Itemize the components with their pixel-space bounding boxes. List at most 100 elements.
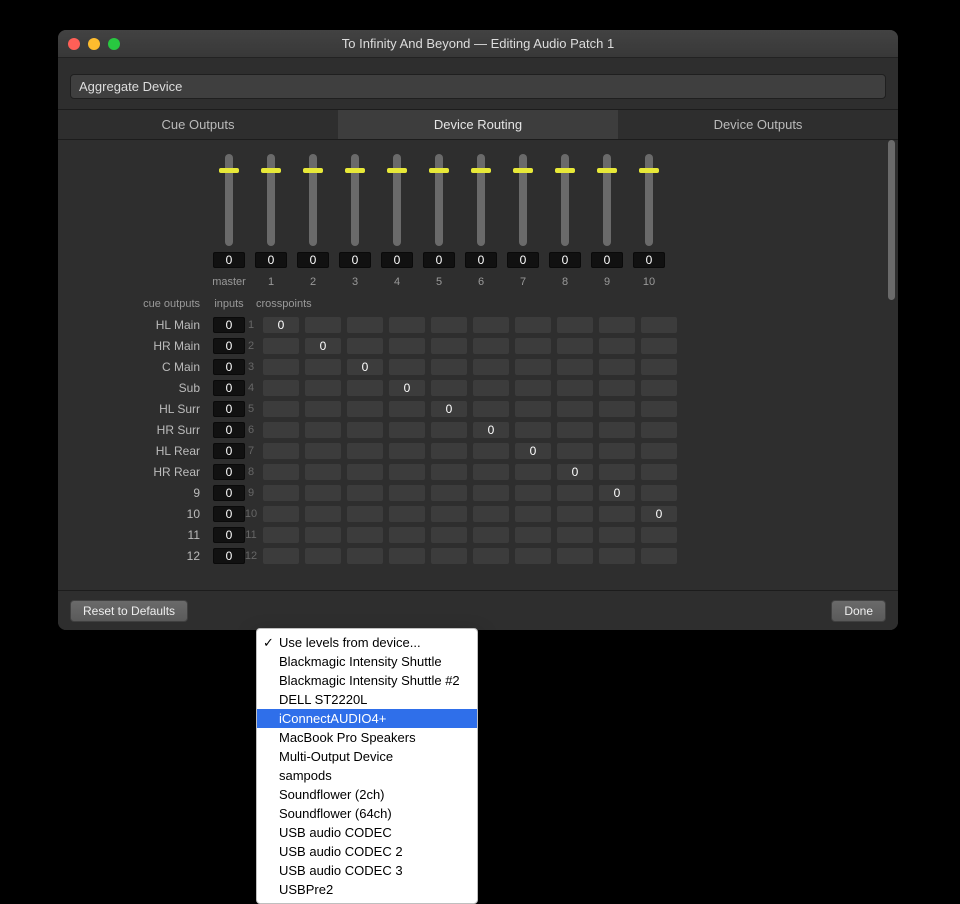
titlebar[interactable]: To Infinity And Beyond — Editing Audio P… — [58, 30, 898, 58]
crosspoint-cell[interactable] — [641, 464, 677, 480]
crosspoint-cell[interactable] — [347, 464, 383, 480]
crosspoint-cell[interactable] — [641, 380, 677, 396]
crosspoint-cell[interactable] — [599, 506, 635, 522]
crosspoint-cell[interactable] — [263, 464, 299, 480]
crosspoint-cell[interactable] — [557, 338, 593, 354]
crosspoint-cell[interactable]: 0 — [599, 485, 635, 501]
crosspoint-cell[interactable] — [389, 548, 425, 564]
crosspoint-cell[interactable] — [599, 317, 635, 333]
crosspoint-cell[interactable] — [641, 317, 677, 333]
crosspoint-cell[interactable] — [641, 422, 677, 438]
crosspoint-cell[interactable] — [305, 464, 341, 480]
input-value-box[interactable]: 0 — [213, 317, 245, 333]
crosspoint-cell[interactable] — [389, 422, 425, 438]
crosspoint-cell[interactable] — [599, 527, 635, 543]
crosspoint-cell[interactable] — [431, 422, 467, 438]
crosspoint-cell[interactable] — [599, 548, 635, 564]
crosspoint-cell[interactable] — [305, 317, 341, 333]
crosspoint-cell[interactable] — [515, 527, 551, 543]
crosspoint-cell[interactable] — [599, 380, 635, 396]
menu-item[interactable]: Blackmagic Intensity Shuttle — [257, 652, 477, 671]
crosspoint-cell[interactable] — [431, 338, 467, 354]
crosspoint-cell[interactable] — [473, 548, 509, 564]
crosspoint-cell[interactable] — [557, 548, 593, 564]
crosspoint-cell[interactable]: 0 — [389, 380, 425, 396]
crosspoint-cell[interactable] — [473, 359, 509, 375]
crosspoint-cell[interactable] — [347, 338, 383, 354]
crosspoint-cell[interactable] — [473, 338, 509, 354]
channel-slider[interactable] — [561, 154, 569, 246]
input-value-box[interactable]: 0 — [213, 527, 245, 543]
menu-item[interactable]: MacBook Pro Speakers — [257, 728, 477, 747]
crosspoint-cell[interactable] — [557, 401, 593, 417]
channel-slider[interactable] — [603, 154, 611, 246]
crosspoint-cell[interactable] — [515, 464, 551, 480]
crosspoint-cell[interactable] — [389, 401, 425, 417]
channel-slider[interactable] — [645, 154, 653, 246]
menu-item[interactable]: DELL ST2220L — [257, 690, 477, 709]
input-value-box[interactable]: 0 — [213, 401, 245, 417]
device-select[interactable]: Aggregate Device — [70, 74, 886, 99]
crosspoint-cell[interactable]: 0 — [347, 359, 383, 375]
crosspoint-cell[interactable] — [263, 401, 299, 417]
crosspoint-cell[interactable] — [641, 443, 677, 459]
tab-device-outputs[interactable]: Device Outputs — [618, 110, 898, 139]
crosspoint-cell[interactable] — [431, 317, 467, 333]
crosspoint-cell[interactable] — [431, 464, 467, 480]
input-value-box[interactable]: 0 — [213, 359, 245, 375]
crosspoint-cell[interactable] — [431, 548, 467, 564]
crosspoint-cell[interactable] — [347, 380, 383, 396]
channel-slider[interactable] — [351, 154, 359, 246]
crosspoint-cell[interactable] — [389, 317, 425, 333]
crosspoint-cell[interactable] — [389, 464, 425, 480]
menu-title[interactable]: Use levels from device... — [257, 633, 477, 652]
channel-value-box[interactable]: 0 — [297, 252, 329, 268]
crosspoint-cell[interactable] — [389, 443, 425, 459]
crosspoint-cell[interactable] — [557, 359, 593, 375]
crosspoint-cell[interactable] — [641, 548, 677, 564]
crosspoint-cell[interactable] — [515, 422, 551, 438]
tab-device-routing[interactable]: Device Routing — [338, 110, 618, 139]
done-button[interactable]: Done — [831, 600, 886, 622]
input-value-box[interactable]: 0 — [213, 443, 245, 459]
channel-slider[interactable] — [267, 154, 275, 246]
crosspoint-cell[interactable] — [389, 527, 425, 543]
crosspoint-cell[interactable] — [347, 485, 383, 501]
input-value-box[interactable]: 0 — [213, 380, 245, 396]
channel-value-box[interactable]: 0 — [549, 252, 581, 268]
channel-slider[interactable] — [477, 154, 485, 246]
menu-item[interactable]: sampods — [257, 766, 477, 785]
menu-item[interactable]: iConnectAUDIO4+ — [257, 709, 477, 728]
crosspoint-cell[interactable] — [473, 506, 509, 522]
crosspoint-cell[interactable] — [305, 359, 341, 375]
crosspoint-cell[interactable] — [557, 443, 593, 459]
channel-slider[interactable] — [393, 154, 401, 246]
crosspoint-cell[interactable] — [305, 548, 341, 564]
channel-slider[interactable] — [519, 154, 527, 246]
crosspoint-cell[interactable] — [641, 338, 677, 354]
crosspoint-cell[interactable] — [305, 527, 341, 543]
menu-item[interactable]: Blackmagic Intensity Shuttle #2 — [257, 671, 477, 690]
crosspoint-cell[interactable] — [431, 485, 467, 501]
menu-item[interactable]: Multi-Output Device — [257, 747, 477, 766]
crosspoint-cell[interactable] — [347, 506, 383, 522]
channel-slider[interactable] — [225, 154, 233, 246]
input-value-box[interactable]: 0 — [213, 548, 245, 564]
crosspoint-cell[interactable] — [347, 548, 383, 564]
crosspoint-cell[interactable] — [557, 317, 593, 333]
crosspoint-cell[interactable] — [263, 506, 299, 522]
menu-item[interactable]: Soundflower (2ch) — [257, 785, 477, 804]
crosspoint-cell[interactable] — [599, 401, 635, 417]
crosspoint-cell[interactable] — [515, 401, 551, 417]
crosspoint-cell[interactable] — [347, 527, 383, 543]
crosspoint-cell[interactable] — [431, 443, 467, 459]
crosspoint-cell[interactable] — [305, 485, 341, 501]
crosspoint-cell[interactable] — [557, 527, 593, 543]
crosspoint-cell[interactable] — [515, 380, 551, 396]
tab-cue-outputs[interactable]: Cue Outputs — [58, 110, 338, 139]
crosspoint-cell[interactable]: 0 — [641, 506, 677, 522]
crosspoint-cell[interactable] — [305, 401, 341, 417]
crosspoint-cell[interactable] — [389, 338, 425, 354]
crosspoint-cell[interactable] — [641, 527, 677, 543]
channel-value-box[interactable]: 0 — [633, 252, 665, 268]
